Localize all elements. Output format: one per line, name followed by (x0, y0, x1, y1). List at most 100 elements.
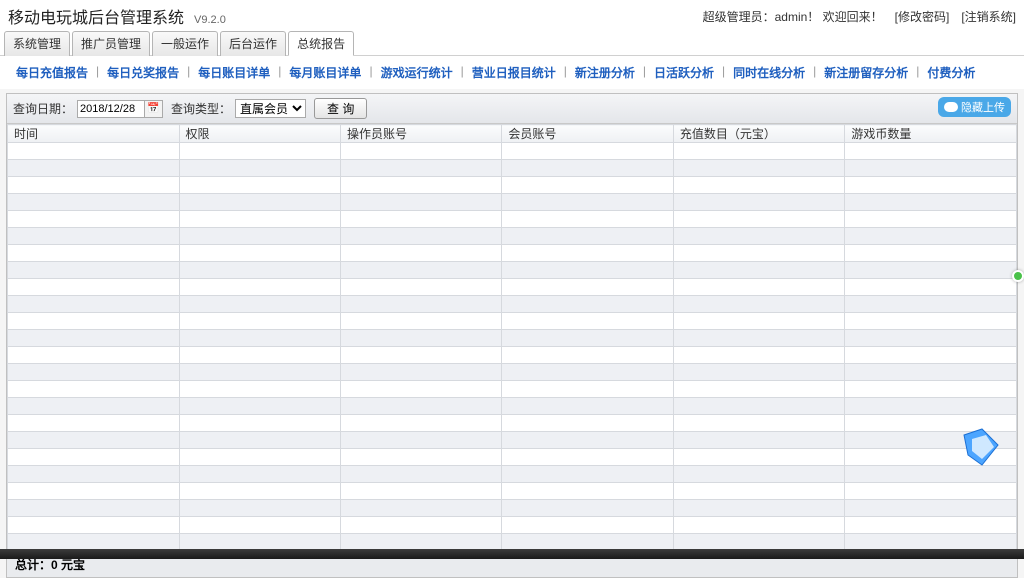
table-cell (8, 228, 180, 245)
query-date-input[interactable] (77, 100, 145, 118)
table-cell (673, 296, 845, 313)
top-tab-3[interactable]: 后台运作 (220, 31, 286, 56)
table-cell (340, 398, 501, 415)
table-cell (179, 466, 340, 483)
table-cell (340, 347, 501, 364)
top-tab-1[interactable]: 推广员管理 (72, 31, 150, 56)
floating-green-dot[interactable] (1012, 270, 1024, 282)
table-cell (340, 483, 501, 500)
table-cell (673, 364, 845, 381)
table-cell (673, 313, 845, 330)
query-type-select[interactable]: 直属会员 (235, 99, 306, 118)
table-cell (673, 483, 845, 500)
table-row (8, 279, 1017, 296)
table-cell (340, 313, 501, 330)
table-cell (502, 143, 674, 160)
table-cell (179, 330, 340, 347)
table-cell (340, 449, 501, 466)
table-cell (845, 534, 1017, 551)
table-row (8, 500, 1017, 517)
table-cell (845, 194, 1017, 211)
table-row (8, 347, 1017, 364)
table-cell (179, 279, 340, 296)
table-cell (179, 347, 340, 364)
table-cell (8, 245, 180, 262)
sub-nav-item-10[interactable]: 付费分析 (921, 64, 981, 81)
nav-separator: | (562, 64, 569, 81)
table-cell (845, 432, 1017, 449)
sub-nav-item-0[interactable]: 每日充值报告 (10, 64, 94, 81)
table-cell (502, 364, 674, 381)
table-row (8, 466, 1017, 483)
calendar-icon[interactable]: 📅 (145, 100, 163, 118)
sub-nav-item-1[interactable]: 每日兑奖报告 (101, 64, 185, 81)
sub-nav-item-4[interactable]: 游戏运行统计 (375, 64, 459, 81)
table-cell (8, 296, 180, 313)
column-header-4[interactable]: 充值数目（元宝） (673, 125, 845, 143)
table-cell (845, 500, 1017, 517)
table-cell (340, 500, 501, 517)
table-cell (502, 347, 674, 364)
top-tab-4[interactable]: 总统报告 (288, 31, 354, 56)
table-cell (8, 143, 180, 160)
table-cell (845, 228, 1017, 245)
table-row (8, 330, 1017, 347)
top-tab-0[interactable]: 系统管理 (4, 31, 70, 56)
table-cell (8, 194, 180, 211)
hidden-upload-button[interactable]: 隐藏上传 (938, 97, 1011, 117)
table-cell (340, 143, 501, 160)
table-cell (502, 330, 674, 347)
sub-nav-item-3[interactable]: 每月账目详单 (283, 64, 367, 81)
nav-separator: | (459, 64, 466, 81)
table-cell (502, 228, 674, 245)
sub-nav-item-5[interactable]: 营业日报目统计 (466, 64, 562, 81)
table-cell (502, 534, 674, 551)
table-cell (340, 262, 501, 279)
table-cell (8, 500, 180, 517)
table-cell (673, 211, 845, 228)
sub-nav-item-2[interactable]: 每日账目详单 (192, 64, 276, 81)
table-cell (179, 194, 340, 211)
table-cell (340, 296, 501, 313)
table-cell (502, 398, 674, 415)
table-cell (845, 330, 1017, 347)
table-cell (340, 194, 501, 211)
column-header-3[interactable]: 会员账号 (502, 125, 674, 143)
nav-separator: | (94, 64, 101, 81)
sub-nav: 每日充值报告|每日兑奖报告|每日账目详单|每月账目详单|游戏运行统计|营业日报目… (0, 56, 1024, 89)
nav-separator: | (720, 64, 727, 81)
table-cell (845, 347, 1017, 364)
table-cell (340, 228, 501, 245)
table-cell (673, 194, 845, 211)
sub-nav-item-6[interactable]: 新注册分析 (569, 64, 641, 81)
table-cell (8, 466, 180, 483)
table-cell (179, 364, 340, 381)
table-cell (845, 296, 1017, 313)
table-cell (673, 330, 845, 347)
admin-name: admin！ (775, 10, 820, 24)
table-cell (502, 194, 674, 211)
table-row (8, 381, 1017, 398)
table-row (8, 194, 1017, 211)
column-header-2[interactable]: 操作员账号 (340, 125, 501, 143)
query-type-label: 查询类型： (171, 100, 231, 117)
change-password-link[interactable]: [修改密码] (895, 8, 950, 25)
sub-nav-item-8[interactable]: 同时在线分析 (727, 64, 811, 81)
logout-link[interactable]: [注销系统] (961, 8, 1016, 25)
sub-nav-item-7[interactable]: 日活跃分析 (648, 64, 720, 81)
admin-role-label: 超级管理员： (703, 10, 775, 24)
query-date-label: 查询日期： (13, 100, 73, 117)
top-tab-2[interactable]: 一般运作 (152, 31, 218, 56)
table-row (8, 296, 1017, 313)
table-cell (179, 245, 340, 262)
column-header-5[interactable]: 游戏币数量 (845, 125, 1017, 143)
table-cell (8, 398, 180, 415)
table-cell (179, 313, 340, 330)
column-header-0[interactable]: 时间 (8, 125, 180, 143)
sub-nav-item-9[interactable]: 新注册留存分析 (818, 64, 914, 81)
column-header-1[interactable]: 权限 (179, 125, 340, 143)
search-button[interactable]: 查 询 (314, 98, 367, 119)
table-cell (8, 330, 180, 347)
table-cell (845, 517, 1017, 534)
table-cell (502, 211, 674, 228)
